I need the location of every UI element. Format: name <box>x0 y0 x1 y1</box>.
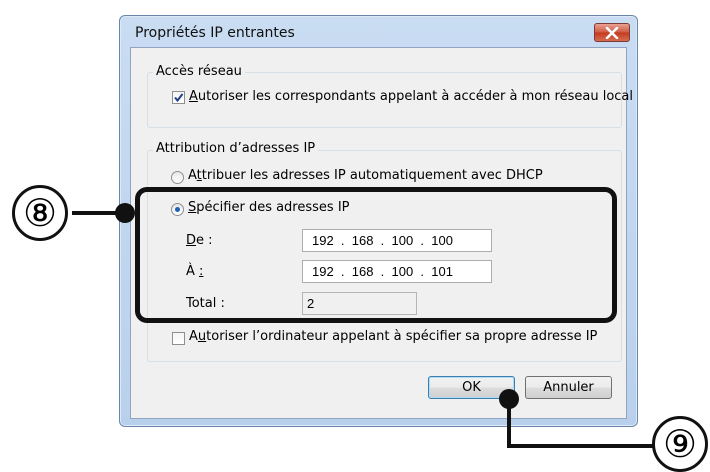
dhcp-radio[interactable] <box>171 171 184 184</box>
network-access-legend: Accès réseau <box>153 64 245 79</box>
pin-dot-8 <box>115 203 135 223</box>
marker-8: ⑧ <box>12 185 68 241</box>
allow-caller-ip-label[interactable]: Autoriser l’ordinateur appelant à spécif… <box>189 329 597 344</box>
allow-lan-checkbox[interactable] <box>172 91 185 104</box>
allow-lan-label[interactable]: Autoriser les correspondants appelant à … <box>189 89 633 104</box>
marker-9: ⑨ <box>652 416 708 472</box>
ip-assignment-legend: Attribution d’adresses IP <box>153 141 319 156</box>
dhcp-label[interactable]: Attribuer les adresses IP automatiquemen… <box>188 168 543 183</box>
leader-line-9-horizontal <box>507 444 657 448</box>
dialog-title: Propriétés IP entrantes <box>135 25 295 41</box>
checkmark-icon <box>174 93 184 103</box>
allow-caller-ip-checkbox[interactable] <box>172 332 185 345</box>
close-button[interactable] <box>594 23 630 42</box>
pin-dot-9 <box>499 389 519 409</box>
close-x-icon <box>605 26 619 39</box>
highlight-box <box>135 187 617 323</box>
cancel-button[interactable]: Annuler <box>525 376 612 399</box>
